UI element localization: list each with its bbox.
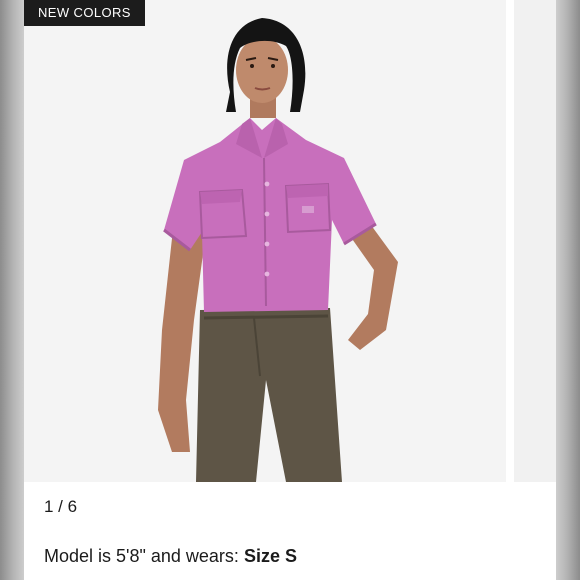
product-photo[interactable] (24, 0, 506, 482)
model-size-value: Size S (243, 546, 297, 566)
image-counter: 1 / 6 (44, 497, 78, 516)
previous-card-edge (0, 0, 24, 580)
carousel-divider (506, 0, 514, 482)
model-wearing-shirt-image (158, 18, 398, 482)
image-carousel[interactable]: NEW COLORS (24, 0, 556, 482)
next-card-edge (556, 0, 580, 580)
model-size-caption-text: Model is 5'8" and wears: (44, 546, 244, 566)
next-photo-peek[interactable] (514, 0, 556, 482)
model-size-caption: Model is 5'8" and wears: Size S (44, 546, 297, 567)
product-gallery-card: NEW COLORS 1 / 6 Model is 5'8" and wears… (24, 0, 556, 580)
new-colors-badge: NEW COLORS (24, 0, 145, 26)
